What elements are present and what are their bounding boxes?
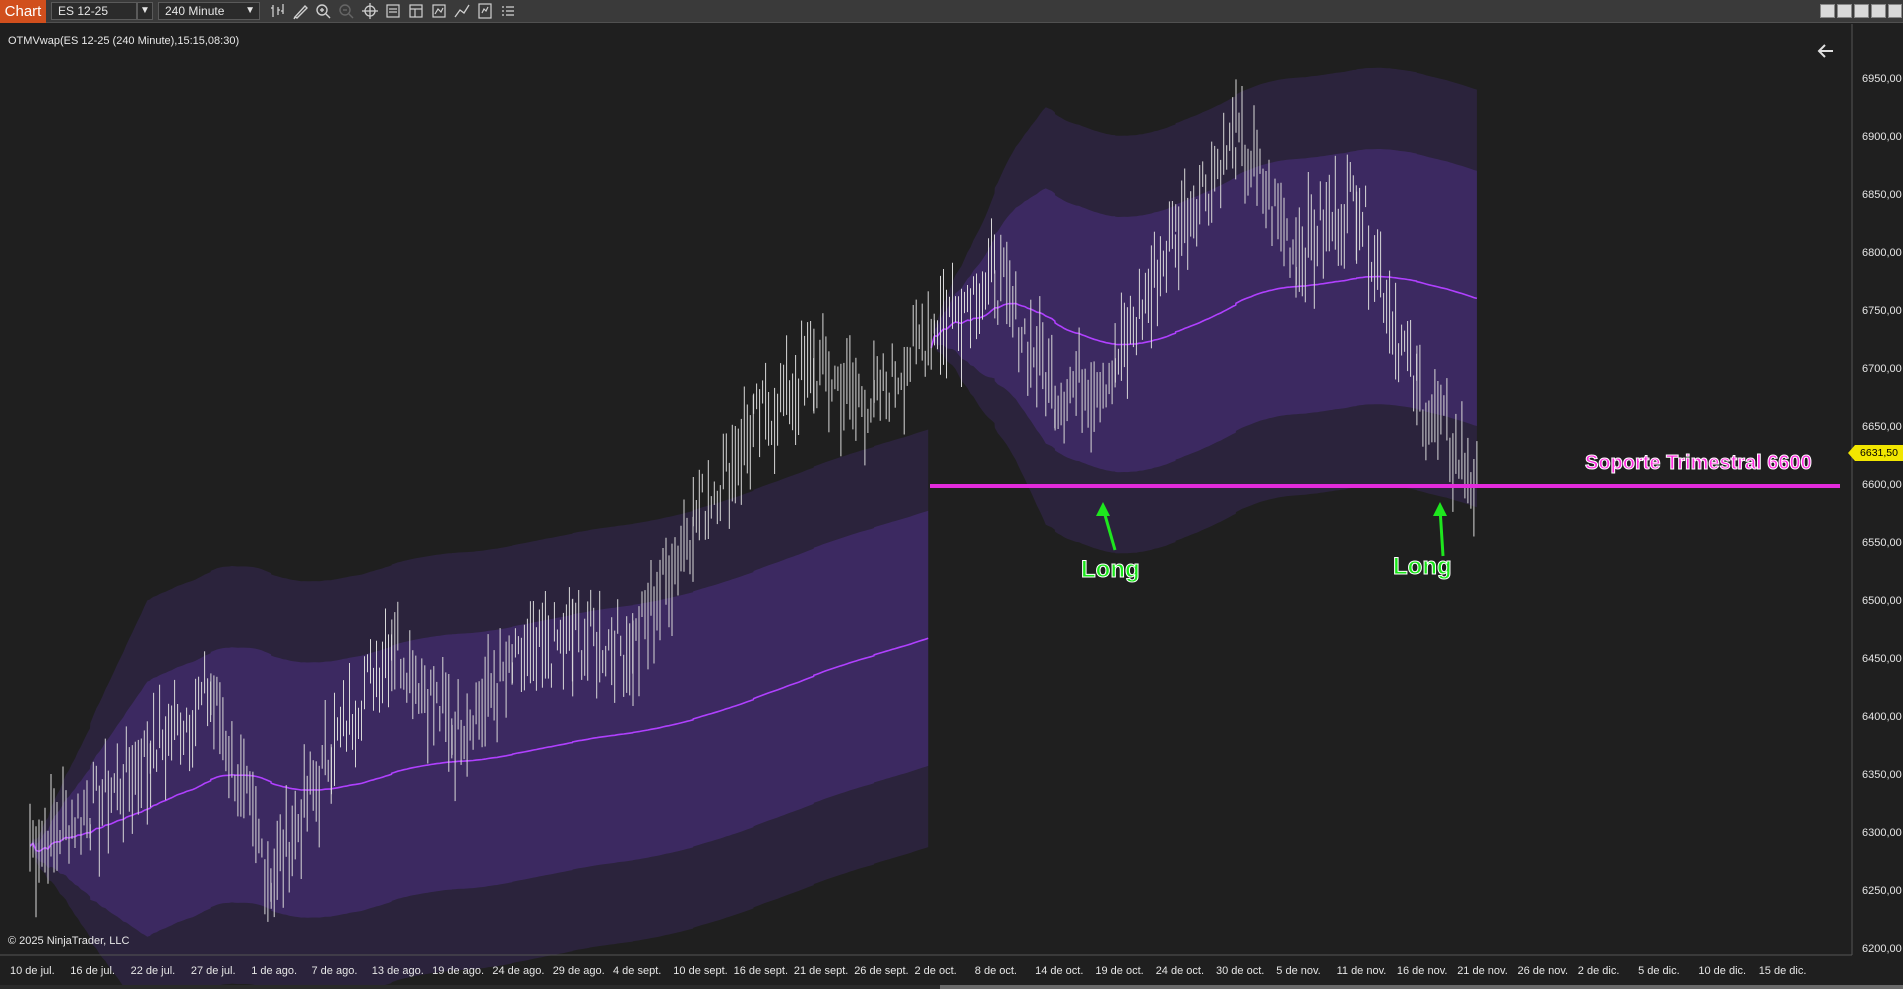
time-tick-label: 8 de oct. <box>974 965 1017 977</box>
time-tick-label: 5 de dic. <box>1638 965 1680 977</box>
time-tick-label: 5 de nov. <box>1276 965 1321 977</box>
long-arrow-head <box>1433 502 1447 516</box>
time-tick-label: 30 de oct. <box>1216 965 1265 977</box>
price-tick-label: 6650,00 <box>1862 421 1902 433</box>
time-tick-label: 21 de sept. <box>793 965 849 977</box>
long-label-1: Long <box>1081 556 1141 584</box>
time-tick-label: 26 de nov. <box>1517 965 1569 977</box>
back-arrow-icon[interactable] <box>1815 40 1837 62</box>
price-tick-label: 6750,00 <box>1862 305 1902 317</box>
price-tick-label: 6500,00 <box>1862 595 1902 607</box>
long-label-2: Long <box>1393 553 1453 581</box>
time-tick-label: 10 de sept. <box>673 965 728 977</box>
price-tick-label: 6700,00 <box>1862 363 1902 375</box>
time-tick-label: 1 de ago. <box>251 965 298 977</box>
price-axis[interactable]: 6950,00 6900,00 6850,00 6800,00 6750,00 6700,… <box>1852 24 1903 955</box>
price-tick-label: 6900,00 <box>1862 131 1902 143</box>
time-tick-label: 21 de nov. <box>1457 965 1508 977</box>
time-tick-label: 26 de sept. <box>854 965 909 977</box>
time-tick-label: 19 de oct. <box>1095 965 1144 977</box>
time-tick-label: 11 de nov. <box>1336 965 1387 977</box>
time-tick-label: 2 de oct. <box>914 965 957 977</box>
time-tick-label: 29 de ago. <box>552 965 605 977</box>
price-tick-label: 6800,00 <box>1862 247 1902 259</box>
chart-canvas[interactable] <box>0 0 1903 989</box>
time-tick-label: 7 de ago. <box>311 965 358 977</box>
price-tick-label: 6200,00 <box>1862 943 1902 955</box>
time-tick-label: 16 de sept. <box>733 965 789 977</box>
price-tick-label: 6300,00 <box>1862 827 1902 839</box>
time-tick-label: 24 de ago. <box>492 965 545 977</box>
time-tick-label: 2 de dic. <box>1577 965 1620 977</box>
price-tick-label: 6550,00 <box>1862 537 1902 549</box>
price-tick-label: 6600,00 <box>1862 479 1902 491</box>
time-tick-label: 4 de sept. <box>613 965 662 977</box>
vwap-bands <box>29 67 1478 989</box>
time-tick-label: 15 de dic. <box>1758 965 1807 977</box>
current-price-marker: 6631,50 <box>1848 445 1903 461</box>
time-tick-label: 10 de jul. <box>10 965 55 977</box>
time-tick-label: 19 de ago. <box>432 965 485 977</box>
price-tick-label: 6450,00 <box>1862 653 1902 665</box>
time-tick-label: 27 de jul. <box>190 965 236 977</box>
price-tick-label: 6250,00 <box>1862 885 1902 897</box>
price-tick-label: 6350,00 <box>1862 769 1902 781</box>
time-tick-label: 14 de oct. <box>1035 965 1084 977</box>
time-tick-label: 24 de oct. <box>1155 965 1205 977</box>
time-tick-label: 16 de jul. <box>70 965 115 977</box>
support-label: Soporte Trimestral 6600 <box>1585 452 1813 475</box>
time-axis[interactable]: 10 de jul. 16 de jul. 22 de jul. 27 de jul.… <box>0 955 1852 989</box>
indicator-label: OTMVwap(ES 12-25 (240 Minute),15:15,08:3… <box>8 35 240 47</box>
time-tick-label: 16 de nov. <box>1396 965 1448 977</box>
time-tick-label: 10 de dic. <box>1698 965 1747 977</box>
price-tick-label: 6850,00 <box>1862 189 1902 201</box>
scrollbar-thumb[interactable] <box>940 985 1903 989</box>
time-tick-label: 22 de jul. <box>130 965 176 977</box>
price-tick-label: 6950,00 <box>1862 73 1902 85</box>
time-tick-label: 13 de ago. <box>371 965 424 977</box>
copyright-text: © 2025 NinjaTrader, LLC <box>8 935 130 947</box>
price-tick-label: 6400,00 <box>1862 711 1902 723</box>
